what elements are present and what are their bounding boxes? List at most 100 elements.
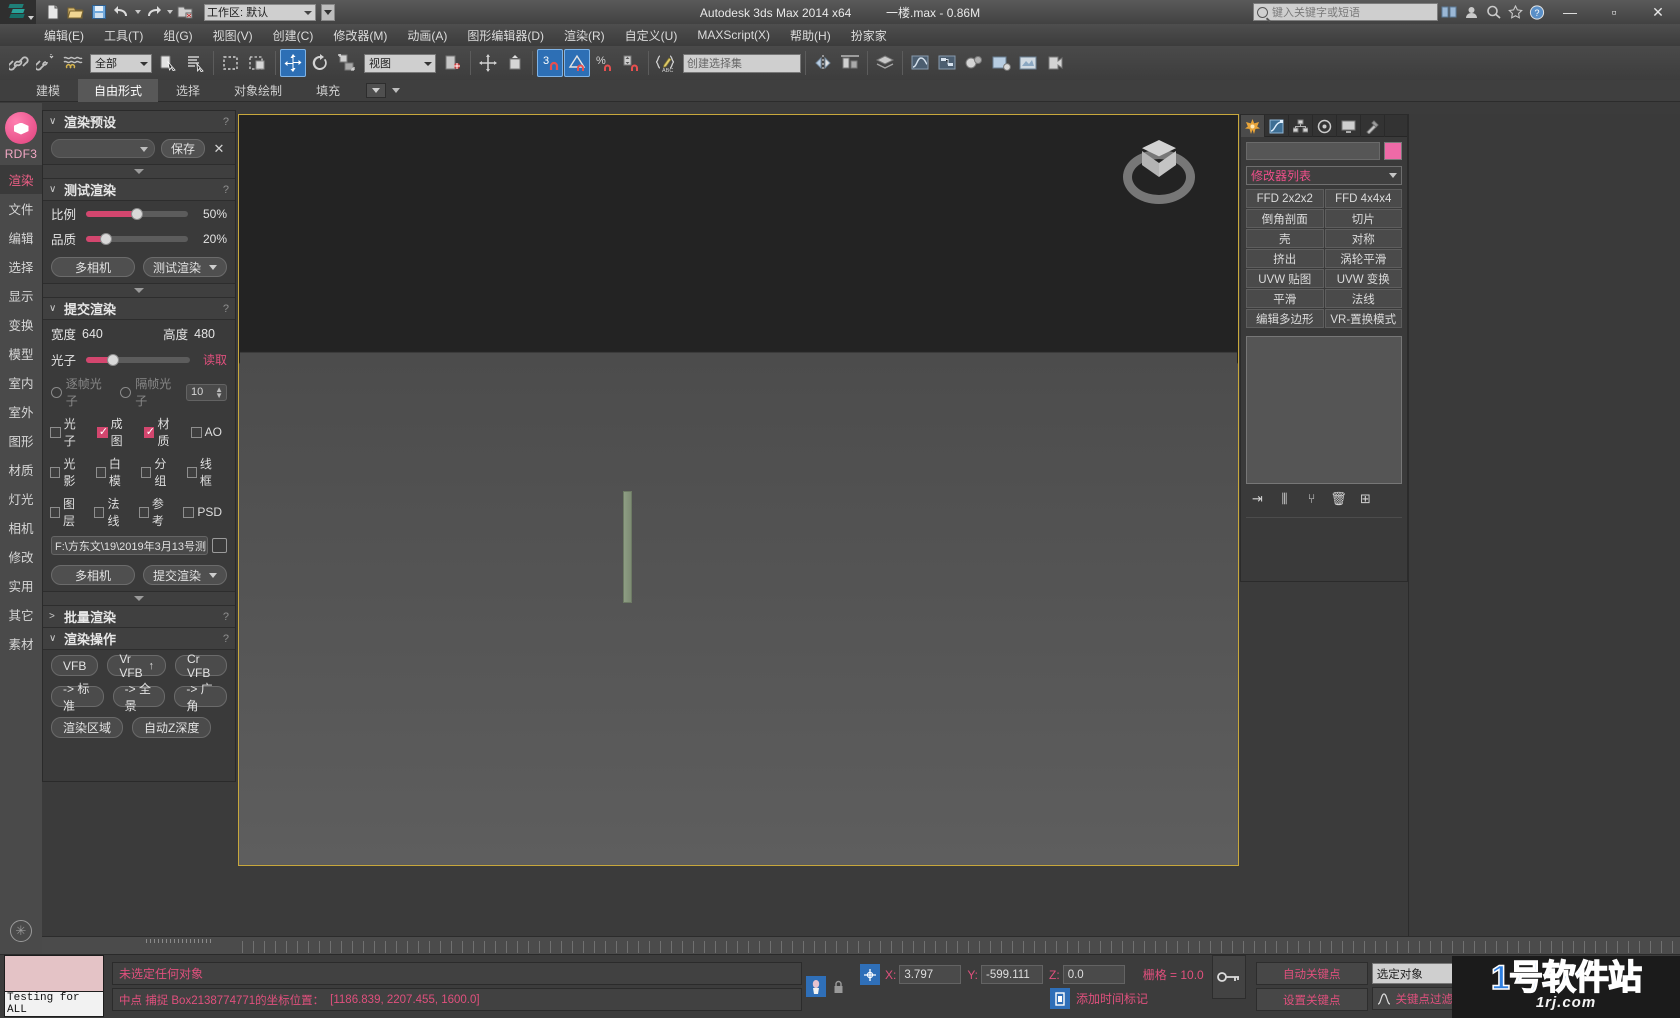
modifier-button-7[interactable]: 涡轮平滑: [1324, 249, 1402, 268]
sidebar-item-5[interactable]: 变换: [0, 310, 42, 339]
rectangular-selection-region-icon[interactable]: [218, 49, 244, 77]
checkbox-unchecked-icon[interactable]: [50, 426, 61, 438]
modifier-button-12[interactable]: 编辑多边形: [1246, 309, 1324, 328]
modifier-stack-list[interactable]: [1246, 336, 1402, 484]
redo-icon[interactable]: [143, 2, 164, 22]
minimize-button[interactable]: —: [1548, 0, 1592, 24]
select-and-rotate-icon[interactable]: [307, 49, 333, 77]
favorites-star-icon[interactable]: [1505, 2, 1525, 22]
modifier-button-8[interactable]: UVW 贴图: [1246, 269, 1324, 288]
viewport[interactable]: [238, 114, 1239, 866]
checkbox-unchecked-icon[interactable]: [183, 506, 195, 518]
workspace-combo[interactable]: 工作区: 默认: [204, 3, 316, 21]
checkbox-unchecked-icon[interactable]: [50, 506, 61, 518]
chevron-down-icon[interactable]: [392, 88, 401, 93]
read-photon-button[interactable]: 读取: [197, 351, 227, 368]
pin-stack-icon[interactable]: ⇥: [1249, 490, 1266, 507]
checkbox-item-白模[interactable]: 白模: [95, 455, 132, 489]
remove-modifier-icon[interactable]: 🗑: [1330, 490, 1347, 507]
sidebar-item-11[interactable]: 灯光: [0, 484, 42, 513]
preset-combo[interactable]: [51, 139, 155, 158]
help-icon[interactable]: ?: [223, 184, 229, 196]
align-icon[interactable]: [502, 49, 528, 77]
percent-snap-toggle-icon[interactable]: %: [591, 49, 617, 77]
checkbox-unchecked-icon[interactable]: [94, 506, 105, 518]
multicam-button[interactable]: 多相机: [51, 257, 135, 277]
menu-item-10[interactable]: MAXScript(X): [687, 26, 780, 44]
skip-frame-spinner[interactable]: 10 ▲ ▼: [185, 383, 227, 401]
help-icon[interactable]: ?: [223, 611, 229, 623]
checkbox-item-AO[interactable]: AO: [190, 425, 222, 439]
modify-tab[interactable]: [1265, 115, 1289, 137]
display-tab[interactable]: [1337, 115, 1361, 137]
checkbox-checked-icon[interactable]: [96, 425, 108, 438]
render-production-icon[interactable]: [1042, 49, 1068, 77]
render-op-Vr VFB[interactable]: Vr VFB ↑: [107, 652, 167, 680]
delete-preset-button[interactable]: ✕: [211, 141, 227, 157]
help-icon[interactable]: ?: [223, 303, 229, 315]
angle-snap-toggle-icon[interactable]: [564, 49, 590, 77]
menu-item-6[interactable]: 动画(A): [397, 25, 457, 46]
absolute-relative-toggle-icon[interactable]: [860, 964, 880, 985]
utilities-tab[interactable]: [1361, 115, 1385, 137]
make-unique-icon[interactable]: ⑂: [1303, 490, 1320, 507]
menu-item-4[interactable]: 创建(C): [263, 25, 324, 46]
view-cube-body[interactable]: [1139, 140, 1181, 182]
scale-slider[interactable]: [86, 207, 188, 220]
checkbox-item-成图[interactable]: 成图: [96, 415, 134, 449]
configure-sets-icon[interactable]: ⊞: [1357, 490, 1374, 507]
menu-item-1[interactable]: 工具(T): [94, 25, 153, 46]
checkbox-unchecked-icon[interactable]: [186, 466, 197, 478]
create-tab[interactable]: [1241, 115, 1265, 137]
sidebar-item-13[interactable]: 修改: [0, 542, 42, 571]
render-op--> 全景[interactable]: -> 全景: [112, 682, 166, 713]
sidebar-item-8[interactable]: 室外: [0, 397, 42, 426]
app-logo-button[interactable]: [0, 0, 36, 24]
redo-dropdown-icon[interactable]: [166, 2, 173, 22]
sidebar-item-9[interactable]: 图形: [0, 426, 42, 455]
y-axis-field[interactable]: Y: -599.111: [967, 965, 1044, 984]
select-and-move-icon[interactable]: [280, 49, 306, 77]
rollout-header-submit-render[interactable]: ∨ 提交渲染 ?: [43, 298, 235, 320]
viewport-canvas[interactable]: [240, 116, 1237, 864]
modifier-button-0[interactable]: FFD 2x2x2: [1246, 189, 1324, 208]
modifier-button-9[interactable]: UVW 变换: [1324, 269, 1402, 288]
rollout-expander-2[interactable]: [43, 283, 235, 298]
save-file-icon[interactable]: [88, 2, 109, 22]
select-and-link-icon[interactable]: [6, 49, 32, 77]
modifier-button-4[interactable]: 壳: [1246, 229, 1324, 248]
photon-slider[interactable]: [86, 353, 190, 366]
open-file-icon[interactable]: [65, 2, 86, 22]
sidebar-item-15[interactable]: 其它: [0, 600, 42, 629]
menu-item-11[interactable]: 帮助(H): [780, 25, 841, 46]
set-key-button[interactable]: 设置关键点: [1255, 988, 1368, 1011]
undo-icon[interactable]: [111, 2, 132, 22]
rollout-expander-1[interactable]: [43, 164, 235, 179]
sidebar-item-6[interactable]: 模型: [0, 339, 42, 368]
render-op-渲染区域[interactable]: 渲染区域: [51, 717, 124, 738]
menu-item-8[interactable]: 渲染(R): [554, 25, 615, 46]
select-and-place-icon[interactable]: [475, 49, 501, 77]
y-input[interactable]: -599.111: [981, 965, 1044, 984]
checkbox-item-光子[interactable]: 光子: [50, 415, 87, 449]
rollout-header-test-render[interactable]: ∨ 测试渲染 ?: [43, 179, 235, 201]
save-preset-button[interactable]: 保存: [160, 139, 205, 158]
sidebar-item-3[interactable]: 选择: [0, 252, 42, 281]
checkbox-item-分组[interactable]: 分组: [141, 455, 177, 489]
sidebar-item-14[interactable]: 实用: [0, 571, 42, 600]
photon-slider-knob[interactable]: [107, 353, 120, 366]
modifier-button-1[interactable]: FFD 4x4x4: [1324, 189, 1402, 208]
snap-toggle-3d-icon[interactable]: 3: [537, 49, 563, 77]
height-value[interactable]: 480: [194, 327, 215, 341]
new-file-icon[interactable]: [42, 2, 63, 22]
unlink-selection-icon[interactable]: [33, 49, 59, 77]
z-input[interactable]: 0.0: [1062, 965, 1125, 984]
rollout-header-batch-render[interactable]: > 批量渲染 ?: [43, 606, 235, 628]
edit-named-selection-sets-icon[interactable]: ABC: [653, 49, 679, 77]
checkbox-item-法线[interactable]: 法线: [94, 495, 128, 529]
auto-key-button[interactable]: 自动关键点: [1255, 962, 1368, 985]
radio-per-frame[interactable]: [51, 386, 62, 398]
help-icon[interactable]: ?: [223, 633, 229, 645]
checkbox-item-参考[interactable]: 参考: [138, 495, 173, 529]
spinner-arrows-icon[interactable]: ▲ ▼: [215, 385, 223, 399]
